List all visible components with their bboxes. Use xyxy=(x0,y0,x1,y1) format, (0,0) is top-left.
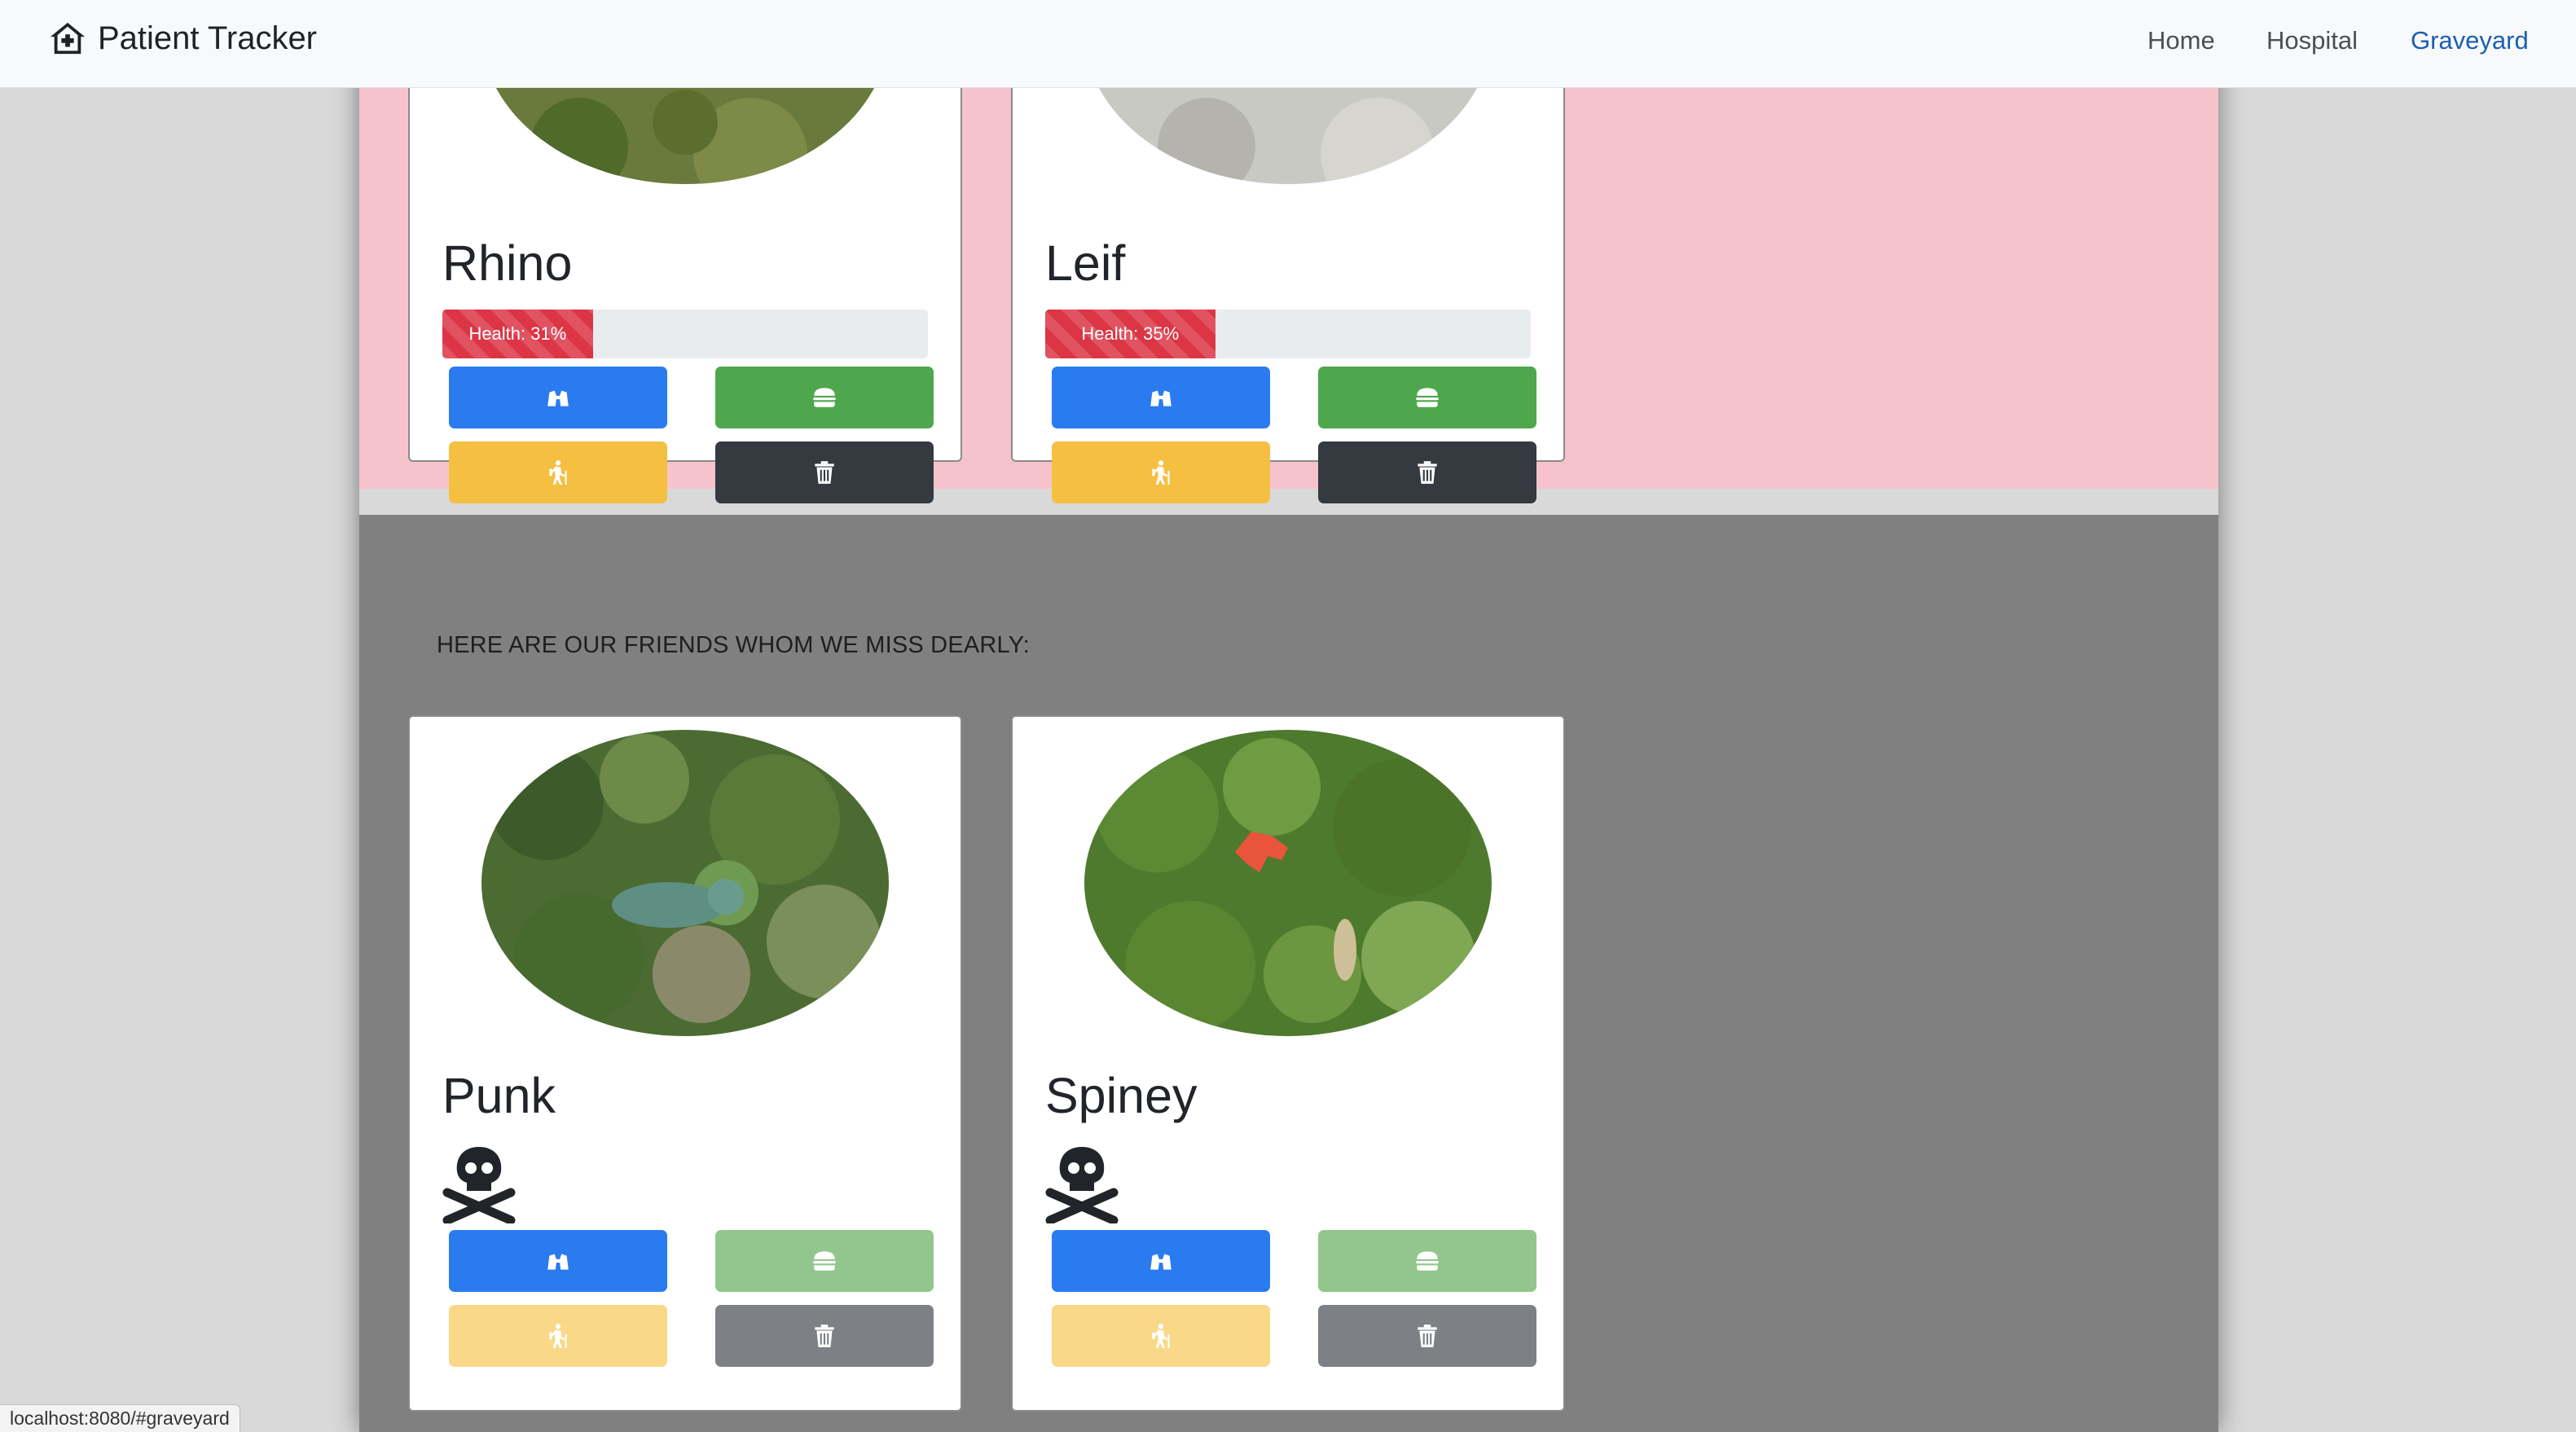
patient-name: Leif xyxy=(1045,235,1126,291)
hiking-icon xyxy=(1152,460,1170,485)
pet-name: Spiney xyxy=(1045,1068,1198,1123)
view-button[interactable] xyxy=(1052,1230,1270,1292)
patient-card: Leif Health: 35% xyxy=(1011,0,1565,503)
binoculars-icon xyxy=(1150,390,1172,406)
skull-crossbones-icon xyxy=(442,1147,516,1223)
hamburger-icon xyxy=(813,388,836,407)
trash-icon xyxy=(815,461,834,484)
delete-button[interactable] xyxy=(1318,441,1536,503)
feed-button-disabled xyxy=(1318,1230,1536,1292)
graveyard-section: HERE ARE OUR FRIENDS WHOM WE MISS DEARLY… xyxy=(359,515,2218,1432)
hamburger-icon xyxy=(1416,388,1439,407)
binoculars-icon xyxy=(547,390,569,406)
health-progress: Health: 31% xyxy=(442,310,928,358)
skull-crossbones-icon xyxy=(1045,1147,1119,1223)
view-button[interactable] xyxy=(449,1230,667,1292)
health-progress-bar: Health: 35% xyxy=(1045,310,1215,358)
nav-graveyard-link[interactable]: Graveyard xyxy=(2411,26,2529,55)
hiking-icon xyxy=(1152,1324,1170,1348)
walk-button[interactable] xyxy=(449,441,667,503)
feed-button[interactable] xyxy=(715,367,934,428)
walk-button-disabled xyxy=(449,1305,667,1367)
hamburger-icon xyxy=(1416,1251,1439,1271)
patient-name: Rhino xyxy=(442,235,573,291)
graveyard-heading: HERE ARE OUR FRIENDS WHOM WE MISS DEARLY… xyxy=(437,632,1030,658)
view-button[interactable] xyxy=(449,367,667,428)
pet-photo xyxy=(1084,730,1492,1036)
nav-hospital-link[interactable]: Hospital xyxy=(2266,26,2358,55)
feed-button-disabled xyxy=(715,1230,934,1292)
deceased-pet-card: Punk xyxy=(408,715,962,1412)
feed-button[interactable] xyxy=(1318,367,1536,428)
status-bar-url: localhost:8080/#graveyard xyxy=(0,1404,240,1432)
hiking-icon xyxy=(549,460,567,485)
main-content: Rhino Health: 31% Leif Health: 35% HERE … xyxy=(359,0,2218,1432)
trash-icon xyxy=(1418,461,1437,484)
patient-card: Rhino Health: 31% xyxy=(408,0,962,503)
pet-name: Punk xyxy=(442,1068,556,1123)
hiking-icon xyxy=(549,1324,567,1348)
nav-home-link[interactable]: Home xyxy=(2147,26,2215,55)
hamburger-icon xyxy=(813,1251,836,1271)
clinic-home-icon xyxy=(50,22,86,55)
trash-icon xyxy=(1418,1324,1437,1347)
binoculars-icon xyxy=(1150,1254,1172,1270)
health-progress-bar: Health: 31% xyxy=(442,310,593,358)
walk-button[interactable] xyxy=(1052,441,1270,503)
trash-icon xyxy=(815,1324,834,1347)
delete-button-disabled xyxy=(1318,1305,1536,1367)
hospital-section: Rhino Health: 31% Leif Health: 35% xyxy=(359,0,2218,503)
view-button[interactable] xyxy=(1052,367,1270,428)
brand-link[interactable]: Patient Tracker xyxy=(49,20,317,57)
binoculars-icon xyxy=(547,1254,569,1270)
delete-button-disabled xyxy=(715,1305,934,1367)
brand-title: Patient Tracker xyxy=(98,20,318,56)
walk-button-disabled xyxy=(1052,1305,1270,1367)
delete-button[interactable] xyxy=(715,441,934,503)
navbar: Patient Tracker Home Hospital Graveyard xyxy=(0,0,2576,88)
pet-photo xyxy=(481,730,889,1036)
deceased-pet-card: Spiney xyxy=(1011,715,1565,1412)
health-progress: Health: 35% xyxy=(1045,310,1531,358)
